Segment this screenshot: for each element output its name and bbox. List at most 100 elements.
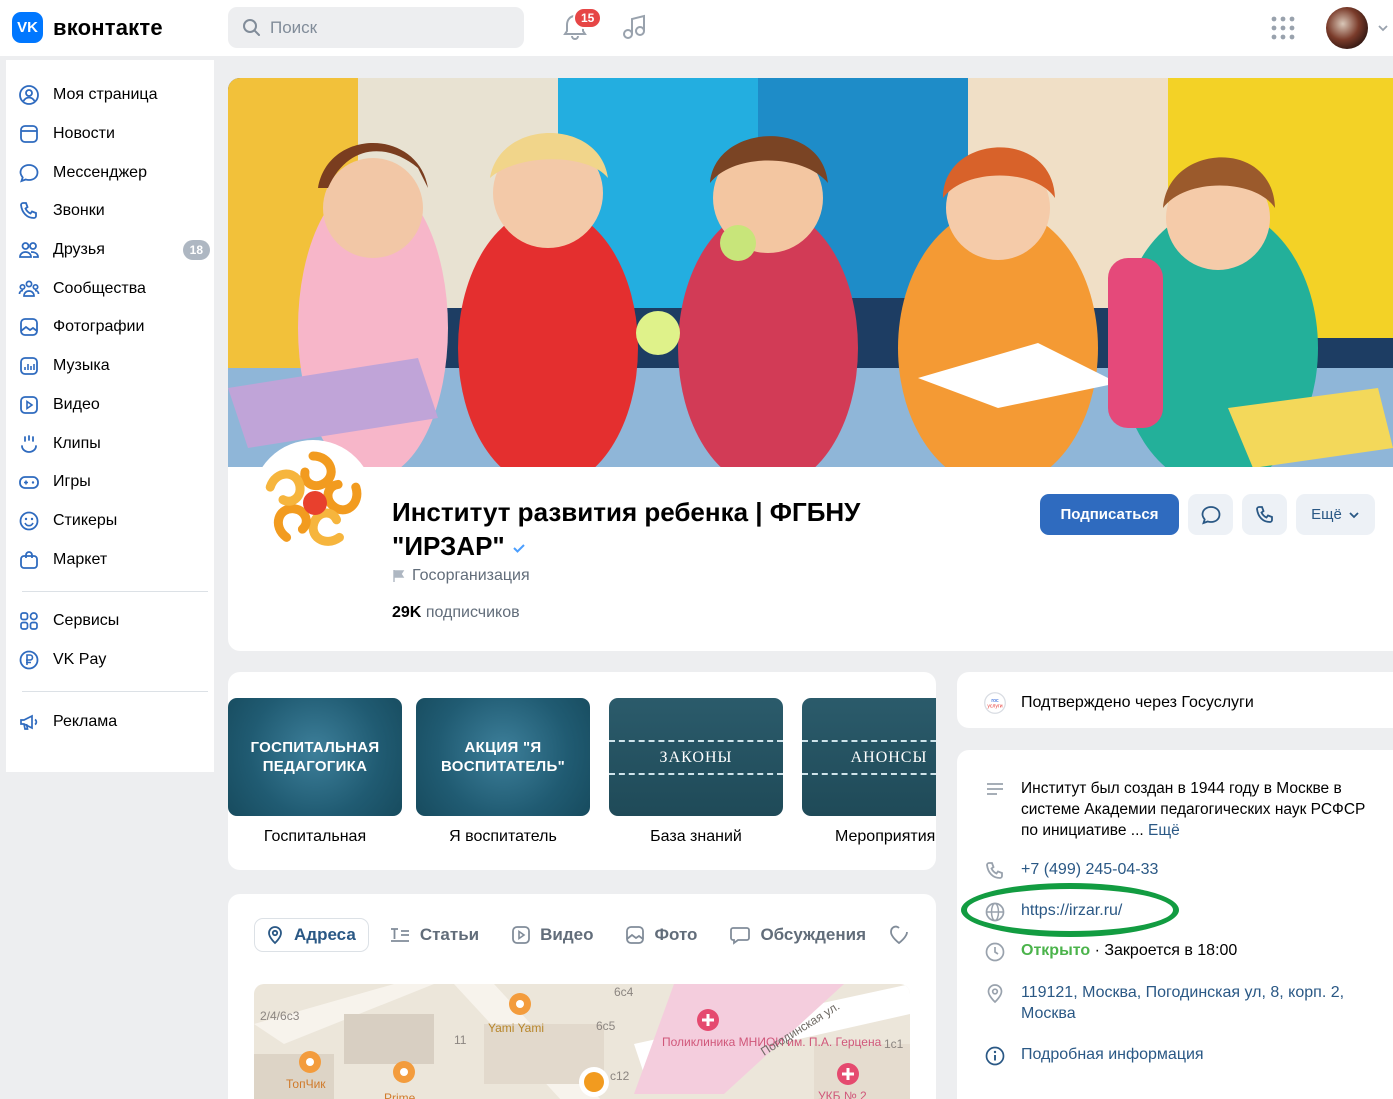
left-sidebar: Моя страница Новости Мессенджер Звонки Д… [6,60,214,772]
call-button[interactable] [1242,494,1287,535]
subscribers-count[interactable]: 29K подписчиков [392,604,520,622]
sidebar-item-label: VK Pay [53,650,107,668]
tile-image-text: АКЦИЯ "Я ВОСПИТАТЕЛЬ" [440,739,565,775]
section-tile[interactable]: ЗАКОНЫ База знаний [609,698,783,846]
map-marker-icon[interactable] [579,1067,609,1097]
open-status: Открыто [1021,942,1091,959]
tab-more[interactable] [888,918,910,952]
details-link[interactable]: Подробная информация [1021,1044,1204,1067]
tab-photo[interactable]: Фото [615,918,709,952]
map-marker-icon[interactable] [697,1009,719,1031]
vk-logo[interactable]: VK вконтакте [12,12,163,43]
sidebar-item-friends[interactable]: Друзья 18 [6,231,214,270]
sidebar-item-clips[interactable]: Клипы [6,424,214,463]
tab-video[interactable]: Видео [501,918,605,952]
sidebar-item-vk-pay[interactable]: VK Pay [6,641,214,680]
music-icon[interactable] [620,12,650,42]
map-marker-icon[interactable] [299,1051,321,1073]
video-icon [18,394,40,416]
sidebar-item-stickers[interactable]: Стикеры [6,502,214,541]
tile-image: АНОНСЫ [802,698,936,816]
map-marker-icon[interactable] [837,1063,859,1085]
svg-text:услуги: услуги [987,703,1002,709]
sidebar-item-my-page[interactable]: Моя страница [6,76,214,115]
section-tile[interactable]: АНОНСЫ Мероприятия [802,698,936,846]
group-logo[interactable] [252,440,374,562]
sidebar-item-video[interactable]: Видео [6,386,214,425]
sidebar-item-label: Маркет [53,550,108,568]
sidebar-item-games[interactable]: Игры [6,463,214,502]
section-tile[interactable]: ГОСПИТАЛЬНАЯ ПЕДАГОГИКА Госпитальная [228,698,402,846]
subscribe-button[interactable]: Подписаться [1040,494,1179,535]
tile-image: ГОСПИТАЛЬНАЯ ПЕДАГОГИКА [228,698,402,816]
sidebar-item-calls[interactable]: Звонки [6,192,214,231]
more-button[interactable]: Ещё [1296,494,1375,535]
map-label: ТопЧик [286,1077,326,1091]
gosuslugi-text: Подтверждено через Госуслуги [1021,694,1254,711]
map-marker-icon[interactable] [509,993,531,1015]
sidebar-item-music[interactable]: Музыка [6,347,214,386]
message-button[interactable] [1188,494,1233,535]
map-label: 1с1 [884,1037,904,1051]
more-label: Ещё [1311,506,1342,523]
map-label: 6с4 [614,985,634,999]
user-avatar[interactable] [1326,7,1368,49]
highlight-oval [961,883,1179,937]
tile-label: Я воспитатель [449,828,557,845]
tab-addresses[interactable]: Адреса [254,918,369,952]
sidebar-item-label: Видео [53,395,100,413]
search-input[interactable] [270,17,510,38]
description-more-link[interactable]: Ещё [1148,822,1180,839]
sidebar-item-photos[interactable]: Фотографии [6,308,214,347]
address-link[interactable]: 119121, Москва, Погодинская ул, 8, корп.… [1021,982,1383,1024]
map[interactable]: 2/4/6с3 ТопЧик Yami Yami 11 6с5 6с4 с12 … [254,984,910,1099]
description-icon [983,778,1007,841]
subscribers-word: подписчиков [425,604,520,621]
closing-time: · Закроется в 18:00 [1094,942,1238,959]
sidebar-item-market[interactable]: Маркет [6,540,214,579]
sidebar-item-messenger[interactable]: Мессенджер [6,153,214,192]
gosuslugi-row[interactable]: гос услуги Подтверждено через Госуслуги [983,688,1254,717]
search-icon [243,18,260,36]
discussion-icon [730,927,751,945]
description-text: Институт был создан в 1944 году в Москве… [1021,778,1373,841]
content-tabs-card: Адреса Статьи Видео Фото Обсуждения 2/4/… [228,894,936,1099]
phone-link[interactable]: +7 (499) 245-04-33 [1021,859,1158,882]
sidebar-item-label: Сообщества [53,279,146,297]
location-pin-icon [983,982,1007,1024]
map-marker-icon[interactable] [393,1061,415,1083]
search-box[interactable] [228,7,524,48]
tab-articles[interactable]: Статьи [379,918,491,952]
tab-discussions[interactable]: Обсуждения [719,918,878,952]
section-tile[interactable]: АКЦИЯ "Я ВОСПИТАТЕЛЬ" Я воспитатель [416,698,590,846]
address-row[interactable]: 119121, Москва, Погодинская ул, 8, корп.… [983,982,1383,1024]
details-row[interactable]: Подробная информация [983,1044,1204,1067]
sidebar-item-label: Игры [53,473,91,491]
info-icon [983,1044,1007,1067]
sidebar-item-label: Сервисы [53,612,120,630]
video-icon [512,926,531,944]
sidebar-item-services[interactable]: Сервисы [6,602,214,641]
phone-row[interactable]: +7 (499) 245-04-33 [983,859,1158,882]
megaphone-icon [18,711,40,733]
sidebar-item-label: Новости [53,125,115,143]
chat-bubble-icon [18,162,40,184]
map-label: с12 [610,1069,630,1083]
clock-icon [983,940,1007,963]
top-bar: VK вконтакте 15 [0,0,1393,56]
sidebar-item-label: Друзья [53,241,105,259]
chevron-down-icon[interactable] [1377,22,1389,34]
photo-icon [626,926,645,944]
logo-text: вконтакте [53,14,163,40]
hours-row[interactable]: Открыто · Закроется в 18:00 [983,940,1237,963]
tile-label: Мероприятия [835,828,936,845]
sidebar-item-label: Клипы [53,434,101,452]
sidebar-item-communities[interactable]: Сообщества [6,269,214,308]
sidebar-item-ads[interactable]: Реклама [6,702,214,741]
tab-label: Обсуждения [760,925,866,944]
sidebar-item-label: Моя страница [53,86,158,104]
map-label: УКБ № 2 [818,1089,867,1099]
vk-logo-icon: VK [12,12,43,43]
sidebar-item-news[interactable]: Новости [6,115,214,154]
apps-grid-icon[interactable] [1270,15,1296,41]
